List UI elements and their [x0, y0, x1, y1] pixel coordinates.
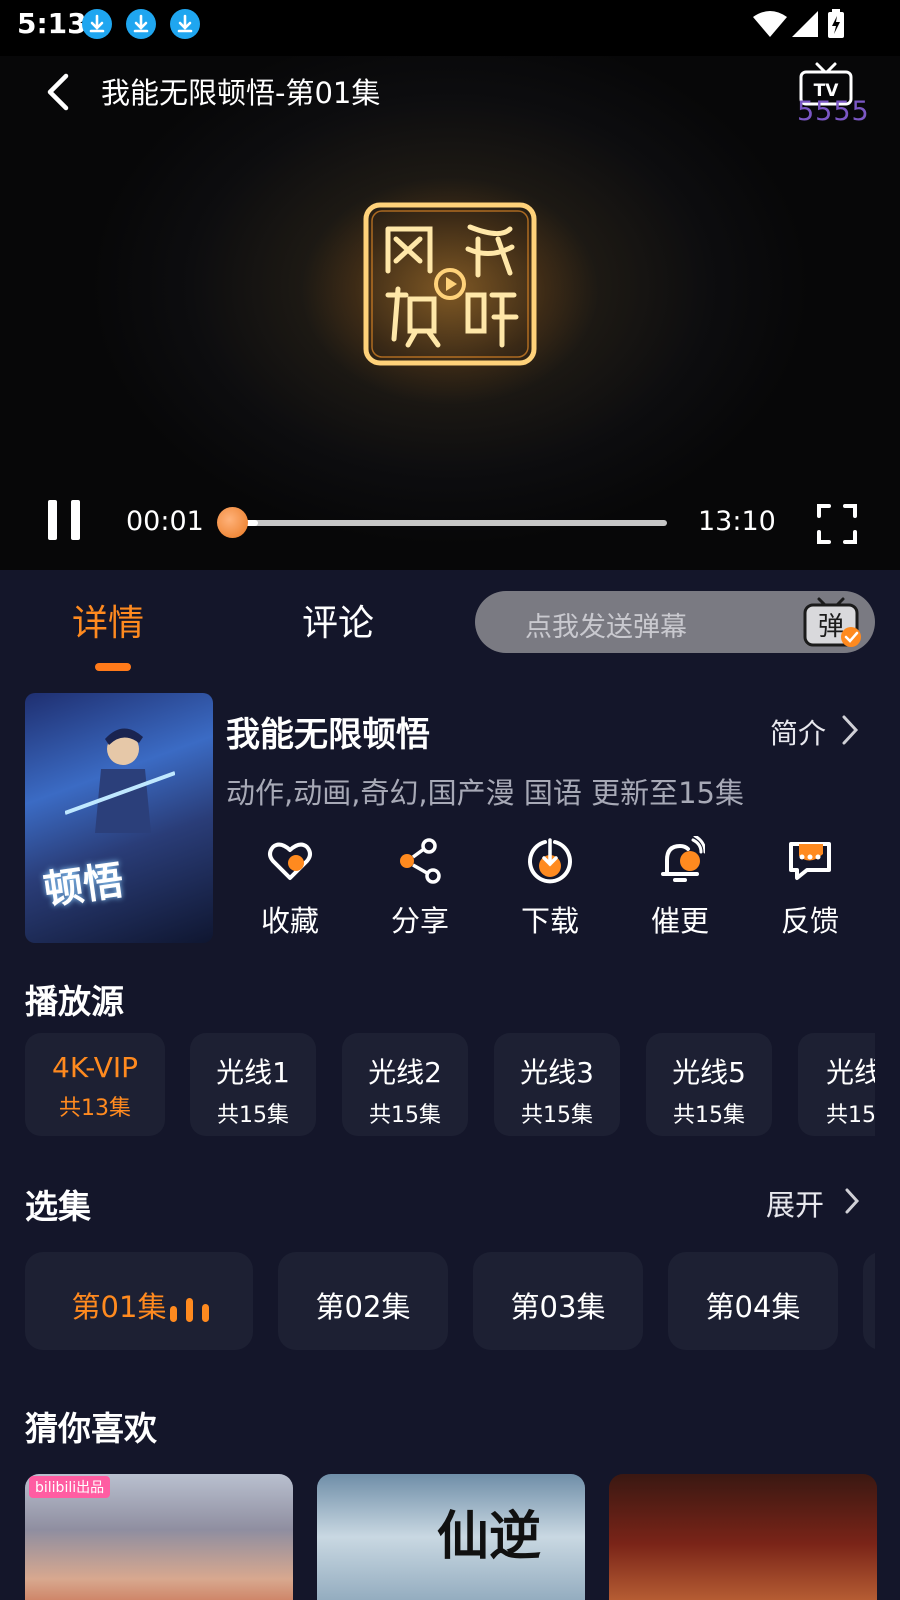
source-name: 光线5 — [672, 1056, 746, 1089]
source-line-2[interactable]: 光线2 共15集 — [342, 1033, 468, 1136]
source-name: 光线 — [826, 1056, 875, 1089]
source-name: 光线2 — [368, 1056, 442, 1089]
source-line-3[interactable]: 光线3 共15集 — [494, 1033, 620, 1136]
expand-episodes-link[interactable]: 展开 — [766, 1182, 824, 1224]
source-4k-vip[interactable]: 4K-VIP 共13集 — [25, 1033, 165, 1136]
recommend-art-title: 仙逆 — [437, 1507, 542, 1567]
sources-scroller: 4K-VIP 共13集 光线1 共15集 光线2 共15集 光线3 共15集 光… — [0, 0, 875, 1600]
source-line-partial[interactable]: 光线 共15 — [798, 1033, 875, 1136]
episode-label: 第02集 — [315, 1290, 411, 1324]
source-count: 共15集 — [217, 1103, 289, 1128]
source-name: 光线1 — [216, 1056, 290, 1089]
episode-label: 第01集 — [71, 1290, 167, 1324]
recommend-card-2[interactable]: 仙逆 — [317, 1474, 585, 1600]
episode-03[interactable]: 第03集 — [473, 1252, 643, 1350]
episode-02[interactable]: 第02集 — [278, 1252, 448, 1350]
source-line-5[interactable]: 光线5 共15集 — [646, 1033, 772, 1136]
recommend-card-1[interactable]: bilibili出品 — [25, 1474, 293, 1600]
source-name: 4K-VIP — [52, 1051, 138, 1084]
episode-04[interactable]: 第04集 — [668, 1252, 838, 1350]
episode-label: 第03集 — [510, 1290, 606, 1324]
chevron-right-icon[interactable] — [842, 1186, 862, 1216]
now-playing-icon — [170, 1298, 209, 1322]
source-name: 光线3 — [520, 1056, 594, 1089]
bilibili-badge: bilibili出品 — [29, 1476, 111, 1498]
source-count: 共15 — [826, 1103, 875, 1128]
recommend-title: 猜你喜欢 — [25, 1409, 157, 1448]
episodes-title: 选集 — [25, 1187, 91, 1226]
source-count: 共15集 — [521, 1103, 593, 1128]
episode-label: 第04集 — [705, 1290, 801, 1324]
episode-partial[interactable] — [863, 1252, 875, 1350]
recommend-card-3[interactable] — [609, 1474, 877, 1600]
source-line-1[interactable]: 光线1 共15集 — [190, 1033, 316, 1136]
source-count: 共15集 — [369, 1103, 441, 1128]
source-count: 共13集 — [59, 1096, 131, 1121]
source-count: 共15集 — [673, 1103, 745, 1128]
episode-01[interactable]: 第01集 — [25, 1252, 253, 1350]
